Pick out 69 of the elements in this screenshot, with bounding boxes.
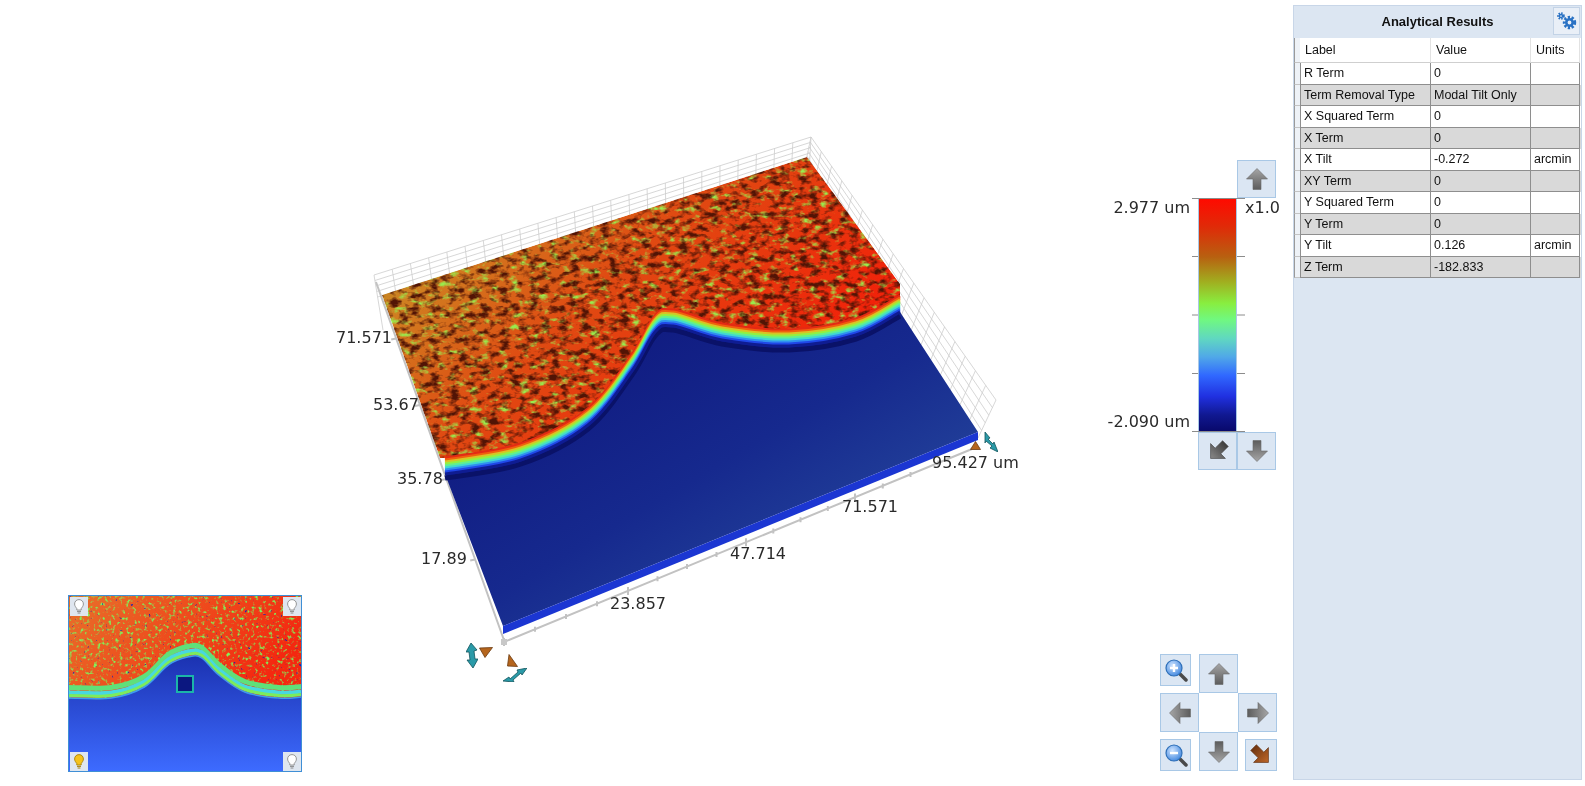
settings-button[interactable] [1553, 7, 1580, 35]
table-cell: X Tilt [1300, 149, 1431, 171]
axis-tick-label: 35.78 [397, 470, 443, 488]
row-header-cell[interactable] [1294, 38, 1300, 63]
table-cell: 0 [1431, 192, 1531, 214]
axis-tick-label: 23.857 [610, 595, 666, 613]
axis-tick-label: 53.67 [373, 396, 419, 414]
table-cell: 0.126 [1431, 235, 1531, 257]
zoom-out-button[interactable] [1160, 739, 1191, 771]
row-header-cell[interactable] [1294, 192, 1300, 214]
table-cell: X Squared Term [1300, 106, 1431, 128]
axis-tick-label: 17.89 [421, 550, 467, 568]
row-header-cell[interactable] [1294, 149, 1300, 171]
table-cell [1531, 256, 1580, 278]
zoom-in-icon [1163, 658, 1188, 682]
table-cell: arcmin [1531, 235, 1580, 257]
row-header-cell[interactable] [1294, 235, 1300, 257]
zoom-out-icon [1163, 743, 1188, 767]
table-cell: arcmin [1531, 149, 1580, 171]
table-cell: 0 [1431, 63, 1531, 85]
arrow-right-icon [1245, 700, 1270, 725]
row-header-cell[interactable] [1294, 106, 1300, 128]
row-header-cell[interactable] [1294, 213, 1300, 235]
viewport-marker-icon[interactable] [176, 675, 194, 693]
pan-right-button[interactable] [1238, 693, 1277, 732]
arrow-up-icon [1206, 661, 1231, 686]
table-cell: -182.833 [1431, 256, 1531, 278]
triangle-icon[interactable] [970, 441, 981, 450]
table-cell: 0 [1431, 106, 1531, 128]
scale-min-label: -2.090 um [1107, 412, 1190, 432]
minimap-drawing[interactable] [68, 595, 302, 772]
axis-tick-label: 71.571 [842, 498, 898, 516]
zoom-in-button[interactable] [1160, 654, 1191, 686]
table-cell [1531, 106, 1580, 128]
arrow-down-icon [1244, 439, 1269, 463]
scale-down-button[interactable] [1237, 432, 1276, 470]
axis-tick-label: 71.571 [336, 329, 392, 347]
axis-tick-label: 95.427 um [932, 454, 1019, 472]
axis-tick-label: 47.714 [730, 545, 786, 563]
row-header-cell[interactable] [1294, 63, 1300, 85]
pan-left-button[interactable] [1160, 693, 1199, 732]
table-cell [1531, 192, 1580, 214]
triangle-icon[interactable] [479, 647, 493, 658]
triangle-icon[interactable] [507, 654, 518, 667]
double-arrow-icon[interactable] [466, 643, 478, 668]
diagonal-arrow-button[interactable] [1198, 432, 1237, 470]
arrow-down-icon [1206, 739, 1231, 764]
row-header-cell[interactable] [1294, 256, 1300, 278]
double-arrow-icon[interactable] [983, 432, 998, 452]
settings-icon [1555, 11, 1578, 31]
table-cell: Z Term [1300, 256, 1431, 278]
table-cell: Y Tilt [1300, 235, 1431, 257]
arrow-left-icon [1167, 700, 1192, 725]
pan-up-button[interactable] [1199, 654, 1238, 693]
table-cell: R Term [1300, 63, 1431, 85]
table-cell [1531, 63, 1580, 85]
scale-up-button[interactable] [1237, 160, 1276, 198]
double-arrow-icon[interactable] [503, 668, 527, 682]
scale-max-label: 2.977 um [1113, 198, 1190, 218]
corner-arrow-button[interactable] [1245, 739, 1277, 771]
panel-title: Analytical Results [1381, 13, 1494, 29]
pan-down-button[interactable] [1199, 732, 1238, 771]
table-cell: -0.272 [1431, 149, 1531, 171]
row-header-cell[interactable] [1294, 127, 1300, 149]
scale-factor-label: x1.0 [1245, 198, 1280, 218]
row-header-cell[interactable] [1294, 84, 1300, 106]
arrow-up-icon [1244, 167, 1269, 191]
row-header-cell[interactable] [1294, 170, 1300, 192]
table-cell: Y Squared Term [1300, 192, 1431, 214]
